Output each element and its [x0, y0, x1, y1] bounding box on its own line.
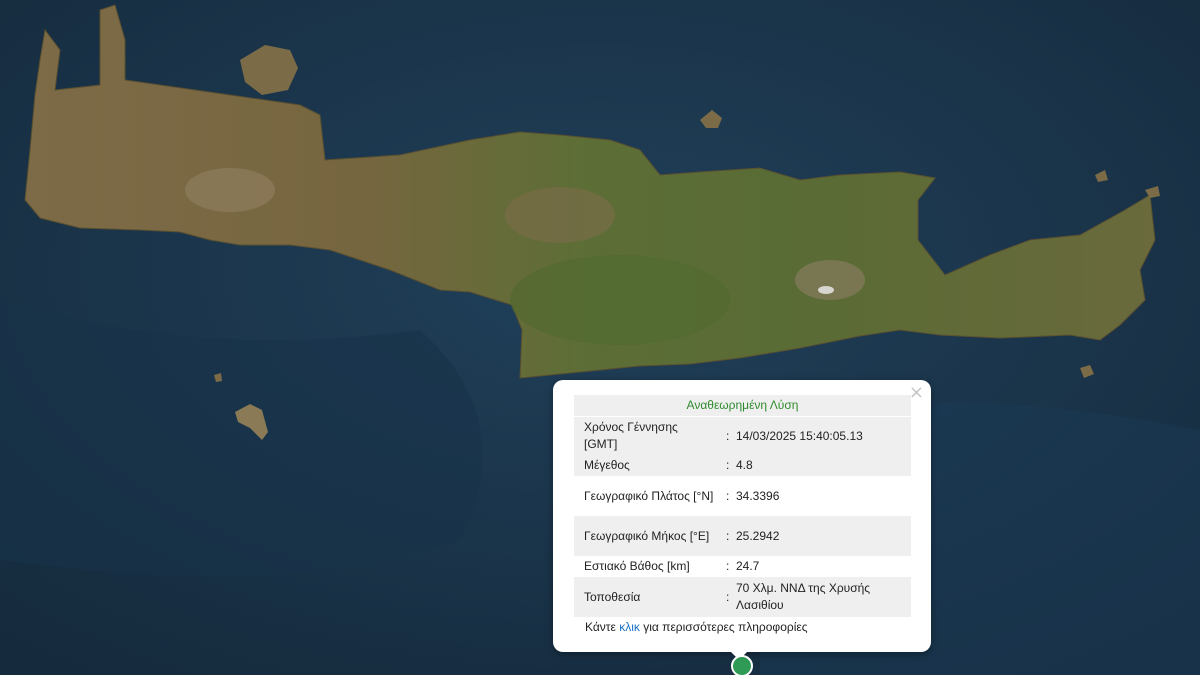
row-separator: :: [714, 455, 736, 476]
latitude-value: 34.3396: [736, 488, 780, 503]
footer-text-after: για περισσότερες πληροφορίες: [639, 620, 808, 634]
earthquake-info-popup: × Αναθεωρημένη Λύση Χρόνος Γέννησης [GMT…: [553, 380, 931, 660]
table-row: Εστιακό Βάθος [km] : 24.7: [574, 556, 911, 577]
table-row: Χρόνος Γέννησης [GMT] : 14/03/2025 15:40…: [574, 417, 911, 455]
close-icon[interactable]: ×: [909, 383, 924, 403]
row-label: Τοποθεσία: [574, 577, 714, 617]
longitude-value: 25.2942: [736, 516, 911, 556]
satellite-map[interactable]: × Αναθεωρημένη Λύση Χρόνος Γέννησης [GMT…: [0, 0, 1200, 675]
row-label: Εστιακό Βάθος [km]: [584, 559, 690, 573]
row-separator: :: [714, 516, 736, 556]
seabed-relief: [0, 300, 483, 576]
table-row: Τοποθεσία : 70 Χλμ. ΝΝΔ της Χρυσής Λασιθ…: [574, 577, 911, 617]
earthquake-details-table: Χρόνος Γέννησης [GMT] : 14/03/2025 15:40…: [574, 417, 911, 617]
green-plain: [510, 255, 730, 345]
row-label: Γεωγραφικό Μήκος [°E]: [574, 516, 714, 556]
mountain-lefka-ori: [185, 168, 275, 212]
mountain-dikti: [795, 260, 865, 300]
popup-title: Αναθεωρημένη Λύση: [574, 395, 911, 416]
mountain-psiloritis: [505, 187, 615, 243]
popup-footer: Κάντε κλικ για περισσότερες πληροφορίες: [585, 620, 808, 634]
snow-patch: [818, 286, 834, 294]
row-label: Χρόνος Γέννησης [GMT]: [574, 417, 714, 455]
row-separator: :: [726, 488, 730, 503]
footer-text-before: Κάντε: [585, 620, 620, 634]
depth-value: 24.7: [736, 559, 760, 573]
row-separator: :: [714, 417, 736, 455]
row-label: Γεωγραφικό Πλάτος [°N]: [584, 488, 714, 503]
row-separator: :: [714, 577, 736, 617]
table-row: Γεωγραφικό Πλάτος [°N] : 34.3396: [574, 476, 911, 516]
table-row: Μέγεθος : 4.8: [574, 455, 911, 476]
origin-time-value: 14/03/2025 15:40:05.13: [736, 417, 911, 455]
table-row: Γεωγραφικό Μήκος [°E] : 25.2942: [574, 516, 911, 556]
location-value: 70 Χλμ. ΝΝΔ της Χρυσής Λασιθίου: [736, 577, 911, 617]
row-separator: :: [726, 559, 730, 573]
magnitude-value: 4.8: [736, 455, 911, 476]
row-label: Μέγεθος: [574, 455, 714, 476]
epicenter-marker-icon[interactable]: [731, 655, 753, 675]
more-info-link[interactable]: κλικ: [619, 620, 640, 634]
